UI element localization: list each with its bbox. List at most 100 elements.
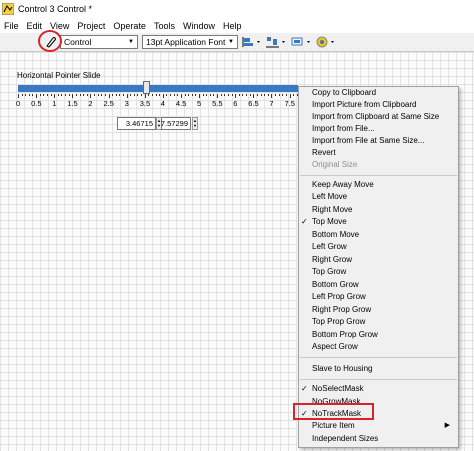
slide-tick xyxy=(188,94,190,96)
menu-operate[interactable]: Operate xyxy=(109,21,150,31)
distribute-objects-button[interactable] xyxy=(265,35,287,49)
slide-handle[interactable] xyxy=(143,81,150,94)
font-dropdown[interactable]: 13pt Application Font ▼ xyxy=(142,35,238,49)
resize-objects-button[interactable] xyxy=(290,35,312,49)
menu-import-picture-from-clipboard[interactable]: Import Picture from Clipboard xyxy=(299,99,458,111)
slide-tick-label: 6 xyxy=(233,99,238,108)
slide-tick xyxy=(126,94,128,98)
menu-noselectmask[interactable]: ✓ NoSelectMask xyxy=(299,383,458,395)
menu-import-from-file[interactable]: Import from File... xyxy=(299,123,458,135)
slide-tick xyxy=(137,94,139,96)
slide-tick xyxy=(293,94,295,96)
menu-aspect-grow[interactable]: Aspect Grow xyxy=(299,341,458,353)
slide-tick xyxy=(122,94,124,96)
slide-tick xyxy=(151,94,153,96)
check-icon: ✓ xyxy=(301,217,308,226)
menu-project[interactable]: Project xyxy=(73,21,109,31)
reorder-button[interactable] xyxy=(315,35,337,49)
menu-help[interactable]: Help xyxy=(219,21,246,31)
slide-tick xyxy=(267,94,269,96)
menu-left-prop-grow[interactable]: Left Prop Grow xyxy=(299,291,458,303)
slide-tick xyxy=(46,94,48,96)
menu-window[interactable]: Window xyxy=(179,21,219,31)
menu-picture-item-label: Picture Item xyxy=(312,421,355,430)
slide-tick xyxy=(249,94,251,96)
menu-right-move[interactable]: Right Move xyxy=(299,204,458,216)
slide-tick xyxy=(220,94,222,96)
slide-tick-label: 7 xyxy=(269,99,274,108)
submenu-arrow-icon: ▶ xyxy=(444,422,450,429)
slide-tick xyxy=(217,94,219,98)
menu-import-clipboard-same-size[interactable]: Import from Clipboard at Same Size xyxy=(299,111,458,123)
slide-tick-label: 0 xyxy=(16,99,21,108)
slide-tick xyxy=(170,94,172,96)
slide-tick xyxy=(133,94,135,96)
slide-tick xyxy=(191,94,193,96)
slide-tick-label: 4.5 xyxy=(175,99,187,108)
menu-slave-to-housing[interactable]: Slave to Housing xyxy=(299,363,458,375)
highlight-box xyxy=(293,403,374,420)
slide-tick xyxy=(166,94,168,96)
menu-copy-to-clipboard[interactable]: Copy to Clipboard xyxy=(299,87,458,99)
slide-tick xyxy=(195,94,197,96)
slide-tick xyxy=(57,94,59,96)
menu-top-prop-grow[interactable]: Top Prop Grow xyxy=(299,316,458,328)
slide-tick xyxy=(213,94,215,96)
slide-tick xyxy=(144,94,146,98)
menu-noselectmask-label: NoSelectMask xyxy=(312,384,364,393)
slide-tick xyxy=(50,94,52,96)
menu-original-size: Original Size xyxy=(312,160,358,169)
slide-tick xyxy=(224,94,226,96)
menu-bar: File Edit View Project Operate Tools Win… xyxy=(0,18,474,33)
menu-right-prop-grow[interactable]: Right Prop Grow xyxy=(299,304,458,316)
slide-tick xyxy=(238,94,240,96)
menu-bottom-prop-grow[interactable]: Bottom Prop Grow xyxy=(299,329,458,341)
control-type-dropdown[interactable]: Control ▼ xyxy=(60,35,138,49)
slide-tick xyxy=(112,94,114,96)
slide-tick-label: 1 xyxy=(52,99,57,108)
title-bar: Control 3 Control * xyxy=(0,0,474,18)
menu-keep-away-move[interactable]: Keep Away Move xyxy=(299,179,458,191)
slide-track[interactable] xyxy=(18,85,298,92)
slide-tick xyxy=(28,94,30,96)
slide-tick xyxy=(90,94,92,98)
slide-label: Horizontal Pointer Slide xyxy=(17,71,101,80)
menu-left-move[interactable]: Left Move xyxy=(299,191,458,203)
toolbar-left-area xyxy=(3,35,31,49)
slide-tick xyxy=(242,94,244,96)
range-min-field[interactable]: 3.46715 xyxy=(117,117,156,130)
slide-tick-label: 4 xyxy=(160,99,165,108)
slide-tick xyxy=(271,94,273,98)
menu-independent-sizes[interactable]: Independent Sizes xyxy=(299,433,458,445)
labview-icon xyxy=(1,2,15,16)
menu-revert[interactable]: Revert xyxy=(299,147,458,159)
menu-bottom-grow[interactable]: Bottom Grow xyxy=(299,279,458,291)
align-objects-button[interactable] xyxy=(242,35,262,49)
range-max-field[interactable]: 7.57299 xyxy=(161,117,191,130)
chevron-down-icon: ▼ xyxy=(128,39,134,45)
slide-tick xyxy=(155,94,157,96)
menu-top-move[interactable]: ✓ Top Move xyxy=(299,216,458,228)
slide-tick xyxy=(264,94,266,96)
menu-file[interactable]: File xyxy=(0,21,23,31)
menu-view[interactable]: View xyxy=(46,21,73,31)
slide-tick xyxy=(282,94,284,96)
toolbar: Control ▼ 13pt Application Font ▼ xyxy=(0,33,474,52)
slide-tick xyxy=(199,94,200,98)
menu-right-grow[interactable]: Right Grow xyxy=(299,254,458,266)
menu-top-grow[interactable]: Top Grow xyxy=(299,266,458,278)
window-title: Control 3 Control * xyxy=(18,4,93,14)
slide-tick-label: 6.5 xyxy=(248,99,259,108)
slide-tick xyxy=(94,94,96,96)
menu-bottom-move[interactable]: Bottom Move xyxy=(299,229,458,241)
range-max-spinner[interactable]: ▲ ▼ xyxy=(192,117,198,130)
menu-import-file-same-size[interactable]: Import from File at Same Size... xyxy=(299,135,458,147)
menu-picture-item[interactable]: Picture Item ▶ xyxy=(299,420,458,432)
slide-tick xyxy=(54,94,56,98)
menu-edit[interactable]: Edit xyxy=(23,21,47,31)
check-icon: ✓ xyxy=(301,384,308,393)
menu-left-grow[interactable]: Left Grow xyxy=(299,241,458,253)
slide-tick xyxy=(115,94,117,96)
slide-tick xyxy=(177,94,179,96)
menu-tools[interactable]: Tools xyxy=(150,21,179,31)
